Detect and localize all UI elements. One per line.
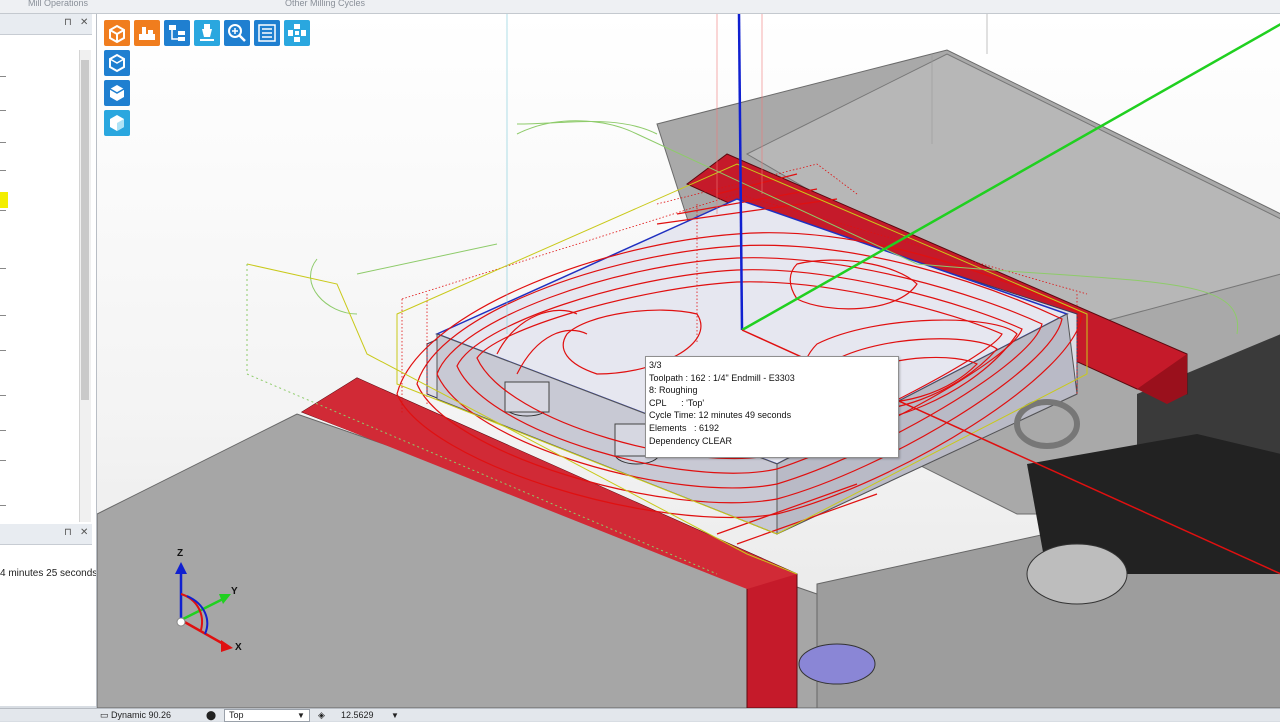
operation-tree-icon[interactable]: [164, 20, 190, 46]
tooltip-line-elements: Elements : 6192: [649, 422, 720, 433]
graphics-viewport[interactable]: 3/3 Toolpath : 162 : 1/4" Endmill - E330…: [96, 14, 1280, 708]
selected-operation-highlight[interactable]: [0, 192, 8, 208]
boss-feature: [504, 381, 550, 413]
move-icon[interactable]: [284, 20, 310, 46]
status-bar: ▭ Dynamic 90.26 ⬤ Top ▼ ◈ 12.5629 ▼: [0, 708, 1280, 722]
tree-marker: [0, 430, 6, 431]
ribbon-group-other-milling-cycles[interactable]: Other Milling Cycles: [285, 0, 365, 8]
tree-marker: [0, 350, 6, 351]
blue-hole: [798, 643, 876, 685]
close-icon[interactable]: ✕: [80, 527, 88, 538]
view-mode-icon: ▭: [100, 710, 112, 720]
bore-hole: [1026, 543, 1128, 605]
close-icon[interactable]: ✕: [80, 17, 88, 28]
zoom-value-dropdown[interactable]: 12.5629 ▼: [338, 709, 404, 722]
pin-icon[interactable]: ⊓: [64, 17, 72, 28]
tooltip-line-cpl: CPL : 'Top': [649, 397, 705, 408]
view-mode-label: Dynamic 90.26: [111, 710, 172, 720]
tree-scrollbar[interactable]: [79, 50, 91, 522]
view-select-value: Top: [229, 710, 244, 720]
tree-marker: [0, 76, 6, 77]
view-mode-indicator[interactable]: ▭ Dynamic 90.26: [100, 710, 171, 721]
triad-label-z: Z: [177, 548, 184, 559]
iso-cube-icon[interactable]: [104, 80, 130, 106]
tree-marker: [0, 315, 6, 316]
triad-origin: [176, 617, 186, 627]
view-select-icon: ⬤: [206, 710, 217, 720]
tree-marker: [0, 170, 6, 171]
tree-marker: [0, 505, 6, 506]
chevron-down-icon[interactable]: ▼: [297, 711, 305, 720]
tree-marker: [0, 268, 6, 269]
view-cube-icon[interactable]: [104, 50, 130, 76]
pin-icon[interactable]: ⊓: [64, 527, 72, 538]
tooltip-line-toolpath: Toolpath : 162 : 1/4" Endmill - E3303: [649, 372, 795, 383]
tool-icon[interactable]: [194, 20, 220, 46]
ribbon-strip: Mill Operations Other Milling Cycles: [0, 0, 1280, 14]
solid-box-icon[interactable]: [104, 20, 130, 46]
machine-icon[interactable]: [134, 20, 160, 46]
operations-tree[interactable]: [0, 50, 81, 522]
triad-label-x: X: [235, 642, 242, 653]
tooltip-line-cycle-time: Cycle Time: 12 minutes 49 seconds: [649, 410, 792, 421]
stock-icon[interactable]: [104, 110, 130, 136]
zoom-value: 12.5629: [341, 710, 374, 720]
zoom-eye-icon: ◈: [318, 710, 325, 720]
info-panel-header: ⊓ ✕: [0, 524, 92, 545]
tooltip-line-dependency: Dependency CLEAR: [649, 435, 733, 446]
tree-marker: [0, 142, 6, 143]
tree-marker: [0, 460, 6, 461]
list-icon[interactable]: [254, 20, 280, 46]
chevron-down-icon[interactable]: ▼: [391, 711, 399, 720]
operations-panel-header: ⊓ ✕: [0, 14, 92, 35]
ribbon-group-mill-operations[interactable]: Mill Operations: [28, 0, 88, 8]
tree-marker: [0, 395, 6, 396]
toolpath-tooltip: 3/3 Toolpath : 162 : 1/4" Endmill - E330…: [645, 356, 899, 458]
tree-scrollbar-thumb[interactable]: [81, 60, 89, 400]
tooltip-line-operation: 8: Roughing: [649, 385, 698, 396]
cycle-time-text: 4 minutes 25 seconds: [0, 568, 98, 579]
tree-marker: [0, 110, 6, 111]
tooltip-line-count: 3/3: [649, 360, 662, 370]
left-panel-area: ⊓ ✕ ⊓ ✕ 4 minutes 25 seconds: [0, 14, 98, 706]
zoom-icon[interactable]: [224, 20, 250, 46]
triad-label-y: Y: [231, 586, 238, 597]
view-select-dropdown[interactable]: Top ▼: [224, 709, 310, 722]
tree-marker: [0, 210, 6, 211]
